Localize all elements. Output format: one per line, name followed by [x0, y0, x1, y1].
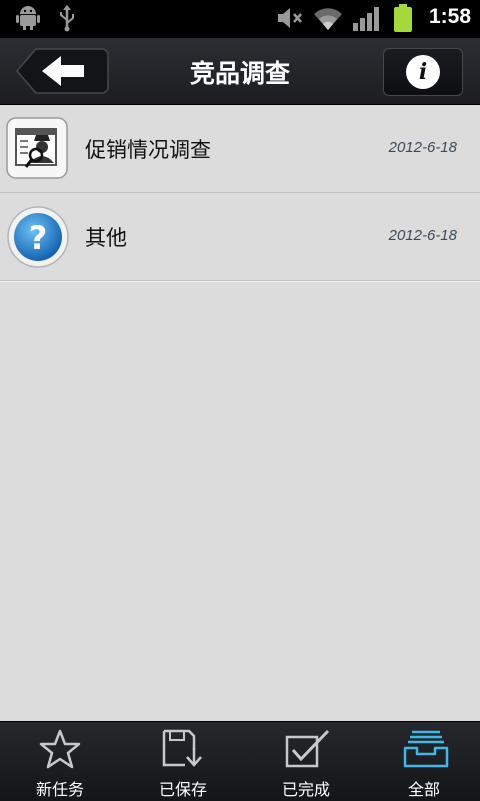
svg-text:?: ? — [29, 219, 48, 257]
page-title: 竞品调查 — [189, 59, 290, 88]
tab-all[interactable]: 全部 — [364, 722, 480, 801]
list-item[interactable]: 促销情况调查 2012-6-18 — [0, 105, 480, 193]
status-bar: 1:58 — [0, 0, 480, 38]
signal-icon — [352, 4, 380, 36]
survey-list: 促销情况调查 2012-6-18 ? 其他 2012-6-18 — [0, 105, 480, 281]
tab-saved[interactable]: 已保存 — [123, 722, 243, 801]
list-item-label: 促销情况调查 — [85, 138, 211, 162]
completed-check-icon — [285, 729, 330, 768]
inbox-icon — [403, 730, 449, 768]
tab-new-task[interactable]: 新任务 — [0, 722, 120, 801]
tab-label: 已保存 — [158, 780, 207, 799]
question-icon: ? — [6, 205, 70, 269]
list-item-date: 2012-6-18 — [388, 139, 457, 156]
info-icon: i — [406, 55, 440, 89]
list-item-date: 2012-6-18 — [388, 227, 457, 244]
info-button[interactable]: i — [383, 48, 463, 96]
save-icon — [162, 729, 202, 767]
usb-icon — [57, 4, 77, 36]
back-button[interactable] — [16, 48, 109, 94]
list-item[interactable]: ? 其他 2012-6-18 — [0, 193, 480, 281]
mute-icon — [276, 4, 304, 36]
star-icon — [39, 729, 81, 769]
status-time: 1:58 — [428, 5, 471, 28]
bottom-tab-bar: 新任务 已保存 已完成 全部 — [0, 721, 480, 801]
tab-label: 全部 — [407, 780, 440, 799]
tab-completed[interactable]: 已完成 — [246, 722, 366, 801]
wifi-icon — [312, 4, 344, 36]
title-bar: 竞品调查 i — [0, 38, 480, 105]
promotion-survey-icon — [6, 117, 70, 181]
android-debug-icon — [16, 4, 40, 34]
tab-label: 新任务 — [35, 780, 84, 799]
battery-icon — [392, 4, 414, 36]
list-item-label: 其他 — [85, 226, 127, 250]
tab-label: 已完成 — [281, 780, 330, 799]
